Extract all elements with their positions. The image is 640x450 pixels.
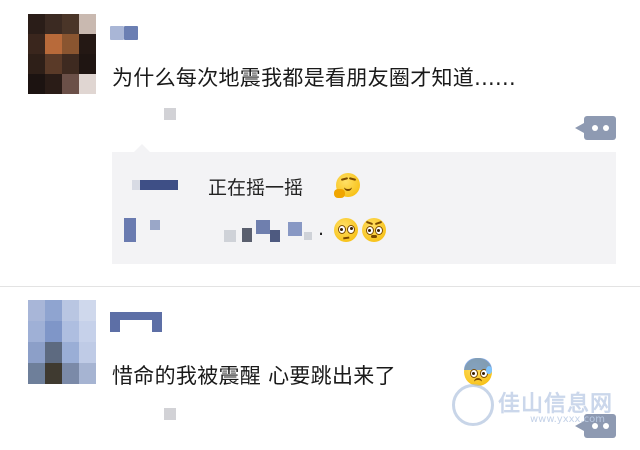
commenter-name-blurred[interactable] — [124, 216, 164, 244]
comment-text: 正在摇一摇 — [208, 177, 304, 199]
post-text: 惜命的我被震醒 心要跳出来了 — [112, 364, 396, 388]
post-text: 为什么每次地震我都是看朋友圈才知道...... — [112, 66, 516, 90]
mentioned-name-blurred[interactable] — [224, 218, 312, 244]
more-options-button[interactable] — [575, 116, 616, 140]
divider — [0, 286, 640, 287]
timestamp-blurred — [164, 408, 176, 420]
watermark-logo-icon — [452, 384, 494, 426]
comment-dot: . — [318, 218, 325, 240]
anxious-sweat-face-icon — [464, 358, 492, 386]
dot-icon — [591, 125, 598, 131]
thinking-hand-face-icon — [334, 173, 360, 198]
watermark-url: www.yxxx.com — [530, 414, 606, 425]
commenter-name-blurred[interactable] — [132, 178, 178, 192]
flushed-face-icon — [362, 218, 386, 242]
avatar[interactable] — [28, 300, 96, 384]
comment-area: 正在摇一摇 . — [112, 144, 616, 264]
dizzy-face-icon — [334, 218, 358, 242]
author-name-blurred[interactable] — [110, 312, 162, 332]
dot-icon — [602, 125, 609, 131]
author-name-blurred[interactable] — [110, 26, 138, 40]
timestamp-blurred — [164, 108, 176, 120]
avatar[interactable] — [28, 14, 96, 94]
